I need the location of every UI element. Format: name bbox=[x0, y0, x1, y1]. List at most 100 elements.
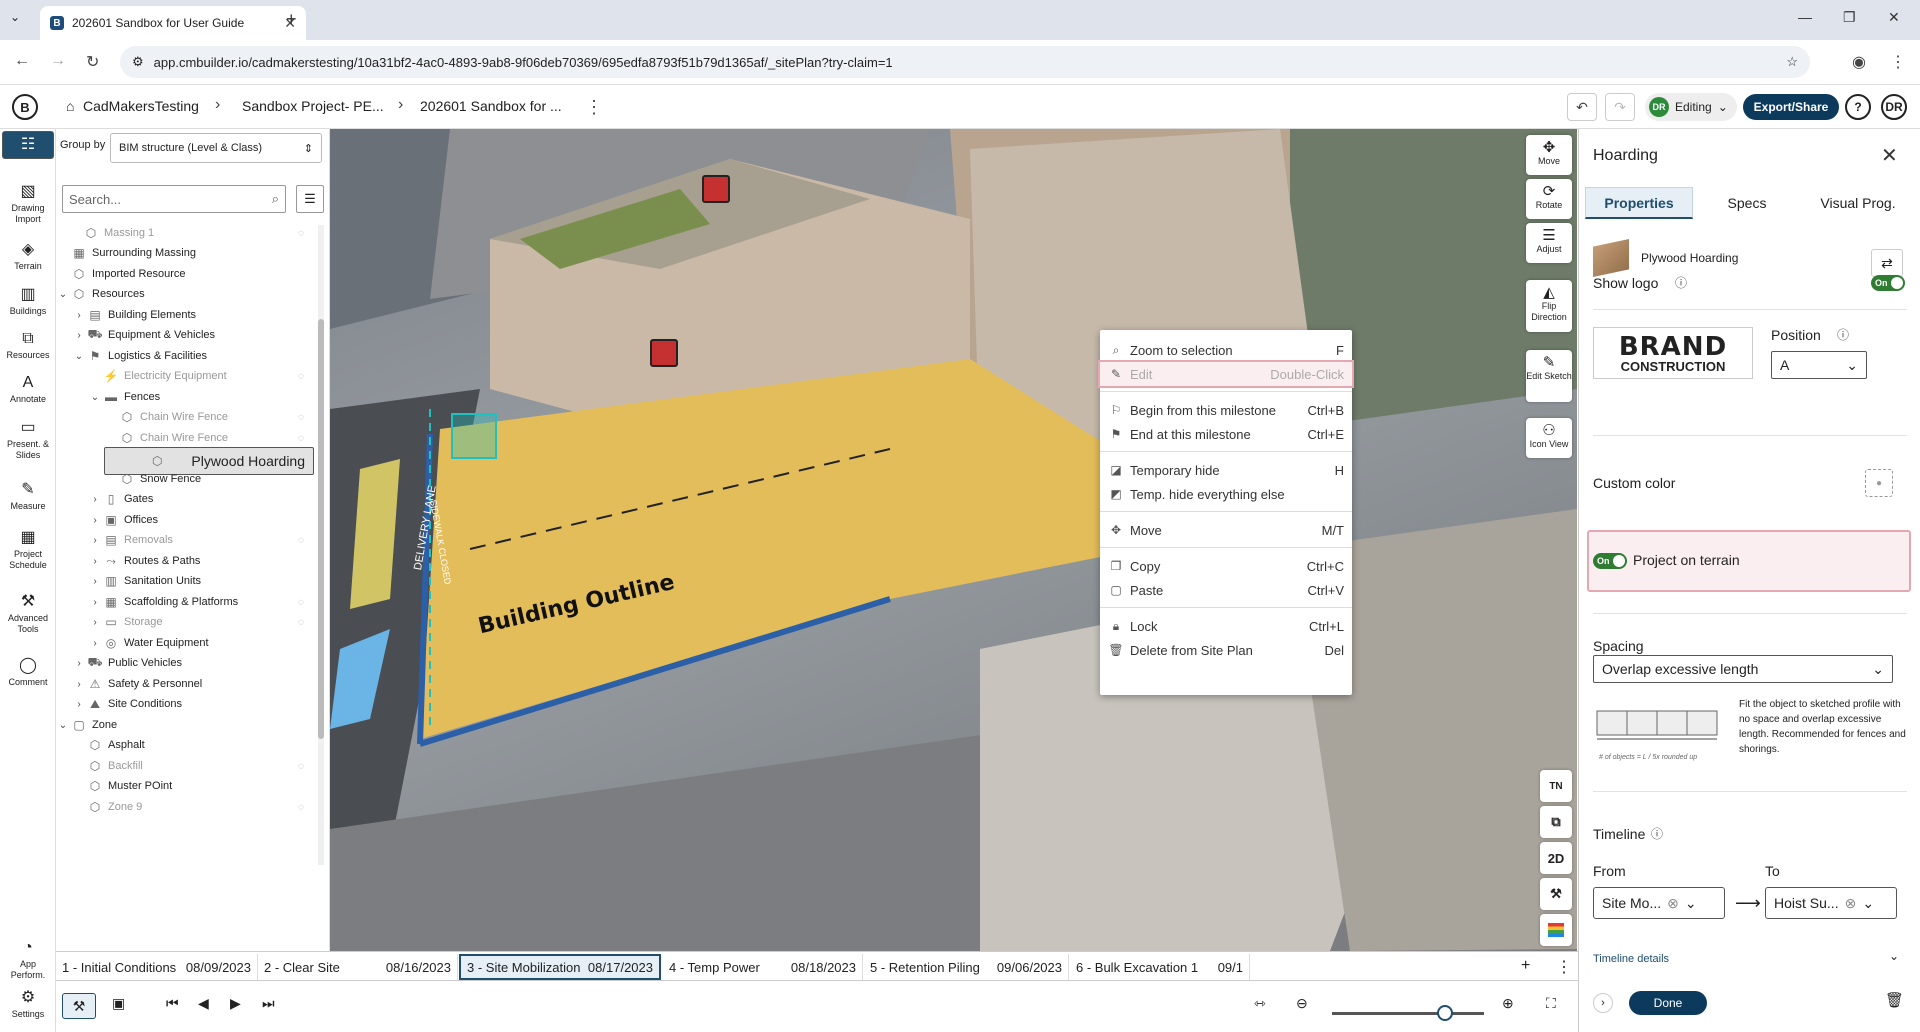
breadcrumb-project[interactable]: Sandbox Project- PE... bbox=[242, 98, 384, 114]
crane-view-icon[interactable]: ⚒ bbox=[62, 993, 96, 1019]
filter-button[interactable]: ☰ bbox=[296, 185, 324, 213]
skip-end-icon[interactable]: ⏭ bbox=[262, 995, 275, 1012]
window-close-icon[interactable]: ✕ bbox=[1888, 9, 1900, 26]
undo-button[interactable]: ↶ bbox=[1567, 93, 1597, 121]
restore-icon[interactable]: ❐ bbox=[1843, 9, 1856, 26]
step-back-icon[interactable]: ◀ bbox=[198, 995, 209, 1012]
tree-row[interactable]: ⬡ Snow Fence bbox=[104, 468, 201, 490]
chevron-right-icon[interactable]: › bbox=[88, 515, 102, 526]
rail-tree[interactable]: ☷ Tree bbox=[2, 131, 54, 172]
rail-terrain[interactable]: ◈ Terrain bbox=[2, 241, 54, 272]
custom-color-button[interactable]: ● bbox=[1865, 469, 1893, 497]
rail-app-performance[interactable]: ◔ App Perform. bbox=[2, 939, 54, 980]
move-tool[interactable]: ✥ Move bbox=[1526, 135, 1572, 175]
eye-off-icon[interactable]: ◌ bbox=[298, 597, 304, 608]
menu-zoom-to-selection[interactable]: ⌕ Zoom to selection F bbox=[1100, 338, 1352, 362]
tree-row[interactable]: › ▤ Removals bbox=[88, 529, 173, 551]
info-icon[interactable]: ⓘ bbox=[1837, 326, 1849, 343]
tree-row[interactable]: › ⛟ Equipment & Vehicles bbox=[72, 324, 215, 346]
browser-menu-icon[interactable]: ⋮ bbox=[1890, 52, 1906, 72]
bookmark-star-icon[interactable]: ☆ bbox=[1786, 54, 1798, 70]
flip-direction-tool[interactable]: ◭ Flip Direction bbox=[1526, 280, 1572, 332]
rail-presentation[interactable]: ▭ Present. & Slides bbox=[2, 419, 54, 460]
rail-advanced-tools[interactable]: ⚒ Advanced Tools bbox=[2, 593, 54, 634]
zoom-slider[interactable] bbox=[1332, 1012, 1484, 1015]
clear-icon[interactable]: ⊗ bbox=[1667, 895, 1679, 912]
skip-start-icon[interactable]: ⏮ bbox=[166, 995, 179, 1012]
tree-row[interactable]: ⬡ Chain Wire Fence bbox=[104, 427, 228, 449]
play-icon[interactable]: ▶ bbox=[230, 995, 241, 1012]
menu-end-milestone[interactable]: ⚑ End at this milestone Ctrl+E bbox=[1100, 422, 1352, 446]
3d-viewport[interactable]: DELIVERY LANE SIDEWALK CLOSED Building O… bbox=[330, 129, 1577, 951]
chevron-right-icon[interactable]: › bbox=[88, 576, 102, 587]
chevron-right-icon[interactable]: › bbox=[72, 679, 86, 690]
tree-row[interactable]: ⬡ Chain Wire Fence bbox=[104, 406, 228, 428]
project-on-terrain-toggle[interactable]: On bbox=[1593, 553, 1627, 569]
breadcrumb-org[interactable]: CadMakersTesting bbox=[83, 98, 199, 114]
rail-drawing-import[interactable]: ▧ Drawing Import bbox=[2, 183, 54, 224]
tree-row[interactable]: ⬡ Zone 9 bbox=[72, 796, 143, 818]
rail-resources[interactable]: ⧉ Resources bbox=[2, 330, 54, 361]
help-button[interactable]: ? bbox=[1845, 94, 1871, 120]
chevron-down-icon[interactable]: ⌄ bbox=[72, 351, 86, 362]
clear-icon[interactable]: ⊗ bbox=[1845, 895, 1857, 912]
milestone-active[interactable]: 3 - Site Mobilization 08/17/2023 bbox=[459, 954, 661, 980]
chevron-right-icon[interactable]: › bbox=[72, 658, 86, 669]
eye-off-icon[interactable]: ◌ bbox=[298, 412, 304, 423]
tab-properties[interactable]: Properties bbox=[1585, 187, 1693, 219]
brand-logo-preview[interactable]: BRAND CONSTRUCTION bbox=[1593, 327, 1753, 379]
eye-off-icon[interactable]: ◌ bbox=[298, 535, 304, 546]
tree-row[interactable]: ⌄ ⬡ Resources bbox=[56, 283, 145, 305]
browser-tab[interactable]: B 202601 Sandbox for User Guide ✕ bbox=[40, 6, 306, 40]
crane-button[interactable]: ⚒ bbox=[1540, 878, 1572, 910]
minimize-icon[interactable]: — bbox=[1798, 9, 1812, 25]
chevron-right-icon[interactable]: › bbox=[88, 638, 102, 649]
map-marker-icon[interactable] bbox=[650, 339, 678, 367]
chevron-right-icon[interactable]: › bbox=[72, 699, 86, 710]
screen-icon[interactable]: ▣ bbox=[112, 995, 125, 1012]
group-by-select[interactable]: BIM structure (Level & Class) ⇕ bbox=[110, 133, 322, 163]
menu-copy[interactable]: ❐ Copy Ctrl+C bbox=[1100, 554, 1352, 578]
2d-button[interactable]: 2D bbox=[1540, 842, 1572, 874]
info-icon[interactable]: ⓘ bbox=[1675, 274, 1687, 291]
zoom-slider-thumb[interactable] bbox=[1437, 1005, 1453, 1021]
timeline-details-link[interactable]: Timeline details bbox=[1593, 953, 1669, 965]
spacing-select[interactable]: Overlap excessive length ⌄ bbox=[1593, 655, 1893, 683]
tree-row[interactable]: › ▤ Building Elements bbox=[72, 304, 196, 326]
legend-button[interactable] bbox=[1540, 914, 1572, 946]
tree-row[interactable]: ⌄ ▬ Fences bbox=[88, 386, 160, 408]
tree-row[interactable]: › ◎ Water Equipment bbox=[88, 632, 208, 654]
chevron-right-icon[interactable]: › bbox=[88, 535, 102, 546]
tree-row[interactable]: › ⚠ Safety & Personnel bbox=[72, 673, 202, 695]
more-options-icon[interactable]: ⋮ bbox=[1556, 957, 1572, 977]
tree-search-input[interactable]: Search... ⌕ bbox=[62, 185, 286, 213]
tree-row[interactable]: ▦ Surrounding Massing bbox=[56, 242, 196, 264]
adjust-tool[interactable]: ☰ Adjust bbox=[1526, 223, 1572, 263]
mode-selector[interactable]: DR Editing ⌄ bbox=[1645, 93, 1737, 121]
fit-width-icon[interactable]: ⇿ bbox=[1254, 995, 1266, 1012]
forward-icon[interactable]: → bbox=[50, 52, 66, 70]
eye-off-icon[interactable]: ◌ bbox=[298, 617, 304, 628]
milestone[interactable]: 5 - Retention Piling 09/06/2023 bbox=[864, 954, 1069, 980]
tree-row[interactable]: › ▯ Gates bbox=[88, 488, 153, 510]
back-icon[interactable]: ← bbox=[14, 52, 30, 70]
position-select[interactable]: A ⌄ bbox=[1771, 351, 1867, 379]
tree-row[interactable]: ⌄ ⚑ Logistics & Facilities bbox=[72, 345, 207, 367]
tab-specs[interactable]: Specs bbox=[1697, 187, 1797, 219]
milestone[interactable]: 6 - Bulk Excavation 1 09/1 bbox=[1070, 954, 1250, 980]
tree-row[interactable]: › ▭ Storage bbox=[88, 611, 162, 633]
rail-settings[interactable]: ⚙ Settings bbox=[2, 989, 54, 1020]
menu-begin-milestone[interactable]: ⚐ Begin from this milestone Ctrl+B bbox=[1100, 398, 1352, 422]
eye-off-icon[interactable]: ◌ bbox=[298, 802, 304, 813]
tree-row[interactable]: › ⤳ Routes & Paths bbox=[88, 550, 200, 572]
chevron-down-icon[interactable]: ⌄ bbox=[56, 720, 70, 731]
zoom-in-icon[interactable]: ⊕ bbox=[1502, 995, 1514, 1012]
eye-off-icon[interactable]: ◌ bbox=[298, 433, 304, 444]
milestone[interactable]: 1 - Initial Conditions 08/09/2023 bbox=[56, 954, 258, 980]
close-icon[interactable]: ✕ bbox=[1881, 143, 1898, 168]
done-button[interactable]: Done bbox=[1629, 991, 1707, 1015]
tree-row[interactable]: › ▣ Offices bbox=[88, 509, 158, 531]
rail-comment[interactable]: ◯ Comment bbox=[2, 657, 54, 688]
tree-row[interactable]: ⚡ Electricity Equipment bbox=[88, 365, 227, 387]
chevron-down-icon[interactable]: ⌄ bbox=[88, 392, 102, 403]
